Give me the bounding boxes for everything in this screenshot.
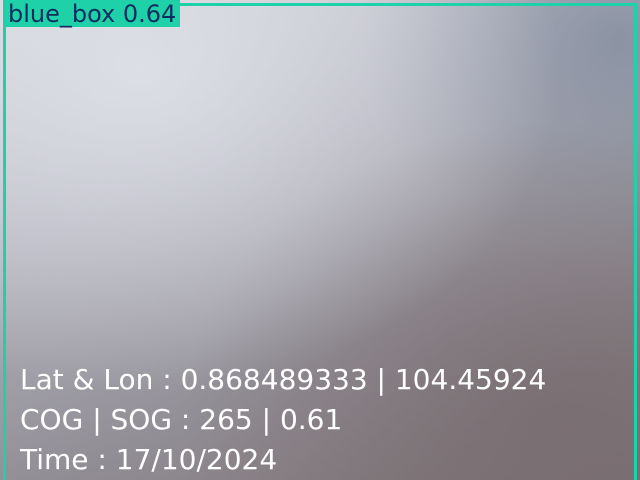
- camera-frame: blue_box 0.64 Lat & Lon : 0.868489333 | …: [0, 0, 640, 480]
- lat-lon-readout: Lat & Lon : 0.868489333 | 104.45924: [20, 363, 547, 396]
- time-readout: Time : 17/10/2024: [20, 443, 278, 476]
- detection-label: blue_box 0.64: [3, 0, 181, 28]
- cog-sog-readout: COG | SOG : 265 | 0.61: [20, 403, 343, 436]
